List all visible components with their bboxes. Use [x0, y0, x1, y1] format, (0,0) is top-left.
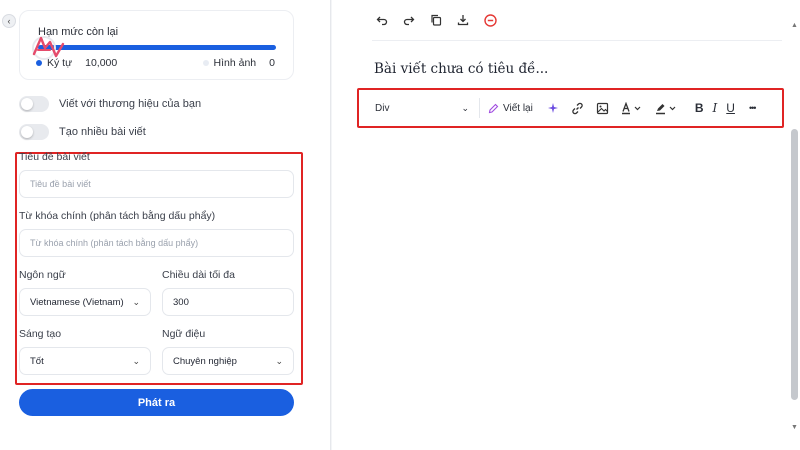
keyword-placeholder: Từ khóa chính (phân tách bằng dấu phẩy) — [30, 238, 199, 248]
language-label: Ngôn ngữ — [19, 269, 66, 281]
creativity-select[interactable]: Tốt ⌄ — [19, 347, 151, 375]
formatting-toolbar: Div ⌄ Viết lại B I U ••• — [357, 88, 784, 128]
text-color-button[interactable] — [621, 98, 643, 118]
multi-article-toggle[interactable] — [19, 124, 49, 140]
italic-button[interactable]: I — [713, 98, 718, 118]
generate-button[interactable]: Phát ra — [19, 389, 294, 416]
chevron-down-icon: ⌄ — [461, 102, 469, 113]
more-options-button[interactable]: ••• — [749, 98, 757, 118]
chevron-down-icon: ⌄ — [132, 355, 140, 366]
rewrite-button[interactable]: Viết lại — [488, 103, 533, 114]
max-length-value: 300 — [173, 296, 189, 308]
characters-value: 10,000 — [85, 57, 118, 69]
brand-logo-icon — [32, 36, 65, 60]
scroll-up-arrow-icon[interactable]: ▲ — [791, 22, 798, 29]
settings-panel: ‹ Hạn mức còn lại Ký tự 10,000 Hình ảnh … — [0, 0, 331, 450]
keyword-label: Từ khóa chính (phân tách bằng dấu phẩy) — [19, 210, 216, 222]
highlighter-icon — [655, 103, 676, 114]
chevron-down-icon: ⌄ — [275, 355, 283, 366]
chevron-down-icon: ⌄ — [132, 296, 140, 307]
tone-label: Ngữ điệu — [162, 328, 206, 340]
creativity-label: Sáng tạo — [19, 328, 62, 340]
scrollbar-thumb[interactable] — [791, 129, 798, 400]
copy-icon[interactable] — [428, 12, 444, 28]
delete-circle-icon[interactable] — [482, 12, 498, 28]
undo-icon[interactable] — [374, 12, 390, 28]
rewrite-label: Viết lại — [503, 102, 533, 114]
brand-voice-toggle[interactable] — [19, 96, 49, 112]
brand-voice-label: Viết với thương hiệu của bạn — [59, 98, 202, 110]
redo-icon[interactable] — [401, 12, 417, 28]
bold-button[interactable]: B — [695, 98, 704, 118]
creativity-value: Tốt — [30, 355, 44, 367]
keyword-input[interactable]: Từ khóa chính (phân tách bằng dấu phẩy) — [19, 229, 294, 257]
language-select[interactable]: Vietnamese (Vietnam) ⌄ — [19, 288, 151, 316]
editor-panel: Bài viết chưa có tiêu đề... Div ⌄ Viết l… — [332, 0, 800, 450]
underline-button[interactable]: U — [726, 98, 735, 118]
collapse-panel-button[interactable]: ‹ — [2, 14, 16, 28]
link-icon[interactable] — [571, 98, 584, 118]
highlight-color-button[interactable] — [655, 98, 679, 118]
images-legend: Hình ảnh 0 — [202, 57, 275, 69]
image-icon[interactable] — [596, 98, 609, 118]
editor-actions — [374, 12, 498, 28]
max-length-input[interactable]: 300 — [162, 288, 294, 316]
tone-value: Chuyên nghiệp — [173, 355, 237, 367]
tone-select[interactable]: Chuyên nghiệp ⌄ — [162, 347, 294, 375]
ai-sparkle-icon[interactable] — [547, 98, 559, 118]
multi-article-toggle-row[interactable]: Tạo nhiều bài viết — [19, 124, 146, 140]
pencil-icon — [488, 103, 499, 113]
title-label: Tiêu đề bài viết — [19, 151, 90, 163]
text-color-icon — [621, 101, 641, 114]
toolbar-divider — [479, 98, 480, 118]
chevron-left-icon: ‹ — [7, 16, 11, 26]
document-title[interactable]: Bài viết chưa có tiêu đề... — [374, 61, 548, 77]
title-placeholder: Tiêu đề bài viết — [30, 179, 91, 189]
images-value: 0 — [269, 57, 275, 69]
scroll-down-arrow-icon[interactable]: ▼ — [791, 424, 798, 431]
header-divider — [372, 40, 782, 41]
quota-progress-bar — [38, 45, 276, 50]
brand-voice-toggle-row[interactable]: Viết với thương hiệu của bạn — [19, 96, 201, 112]
images-dot-icon — [202, 60, 209, 66]
max-length-label: Chiều dài tối đa — [162, 269, 235, 281]
download-icon[interactable] — [455, 12, 471, 28]
language-value: Vietnamese (Vietnam) — [30, 296, 124, 308]
images-label: Hình ảnh — [213, 57, 257, 69]
title-input[interactable]: Tiêu đề bài viết — [19, 170, 294, 198]
block-type-select[interactable]: Div ⌄ — [369, 95, 475, 121]
block-type-value: Div — [375, 102, 390, 114]
multi-article-label: Tạo nhiều bài viết — [59, 126, 146, 138]
